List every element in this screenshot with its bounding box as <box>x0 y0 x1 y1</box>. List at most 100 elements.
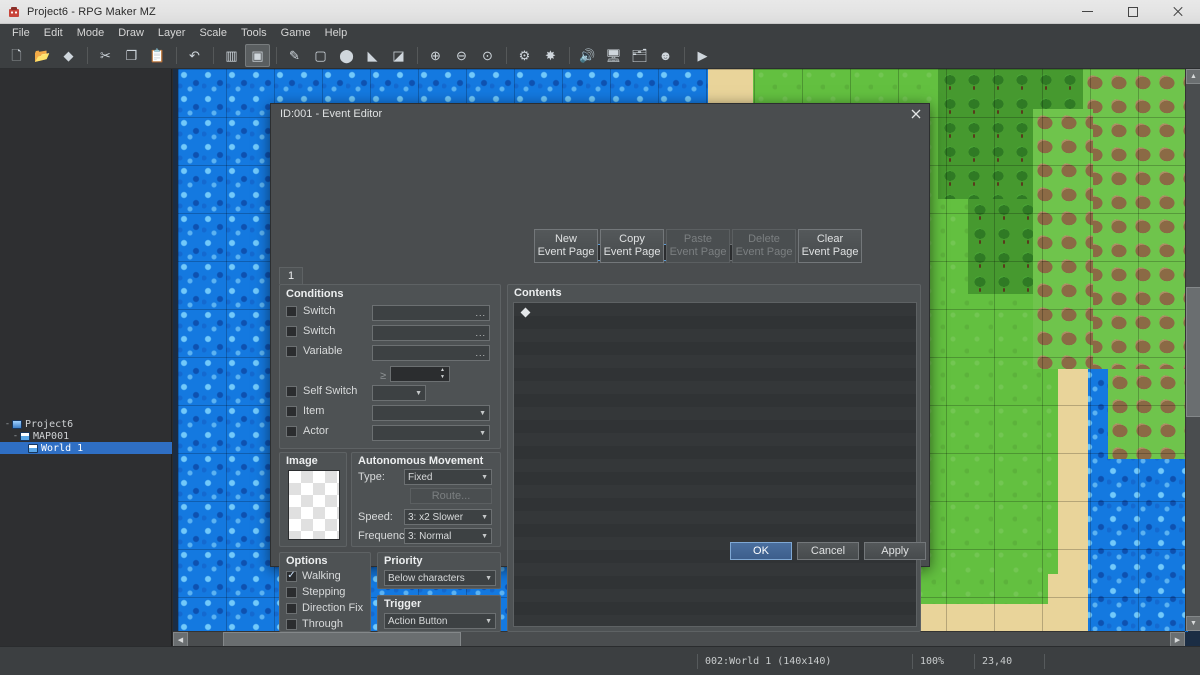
event-editor-dialog[interactable]: ID:001 - Event Editor Name: EV001 Note: … <box>270 103 930 567</box>
event-commands-list[interactable] <box>513 302 917 627</box>
menu-file[interactable]: File <box>5 25 37 42</box>
tree-item-map001[interactable]: -MAP001 <box>0 430 172 442</box>
condition-self-switch-row[interactable]: Self Switch <box>286 385 357 397</box>
event-page-tab-1[interactable]: 1 <box>279 267 303 284</box>
condition-variable-checkbox[interactable] <box>286 346 297 357</box>
event-search-icon[interactable]: 🖥 <box>601 44 626 67</box>
map-tree[interactable]: -Project6-MAP001World 1 <box>0 418 172 454</box>
new-project-icon[interactable]: 🗋 <box>4 44 29 67</box>
spinner-down-icon[interactable]: ▼ <box>438 375 447 380</box>
paste-icon[interactable]: 📋 <box>145 44 170 67</box>
tree-item-project6[interactable]: -Project6 <box>0 418 172 430</box>
condition-switch-2-row[interactable]: Switch <box>286 325 335 337</box>
movement-type-select[interactable]: Fixed ▼ <box>404 469 492 485</box>
event-image-preview[interactable] <box>288 470 340 540</box>
condition-item-select[interactable]: ▼ <box>372 405 490 421</box>
copy-icon[interactable]: ❐ <box>119 44 144 67</box>
ok-button[interactable]: OK <box>730 542 792 560</box>
rectangle-tool-icon[interactable]: ▢ <box>308 44 333 67</box>
zoom-out-icon[interactable]: ⊖ <box>449 44 474 67</box>
window-minimize-button[interactable] <box>1065 0 1110 24</box>
condition-self-switch-select[interactable]: ▼ <box>372 385 426 401</box>
scroll-down-button[interactable]: ▼ <box>1186 616 1200 631</box>
zoom-in-icon[interactable]: ⊕ <box>423 44 448 67</box>
vertical-scrollbar-thumb[interactable] <box>1186 287 1200 417</box>
paste-event-page-button-line1: Paste <box>684 233 712 246</box>
option-walking-row[interactable]: Walking <box>286 570 341 582</box>
map-layer-icon[interactable]: ▥ <box>219 44 244 67</box>
cancel-button[interactable]: Cancel <box>797 542 859 560</box>
option-through-row[interactable]: Through <box>286 618 343 630</box>
priority-select[interactable]: Below characters ▼ <box>384 570 496 586</box>
option-through-checkbox[interactable] <box>286 619 297 630</box>
database-icon[interactable]: ⚙ <box>512 44 537 67</box>
window-maximize-button[interactable] <box>1110 0 1155 24</box>
option-direction-fix-row[interactable]: Direction Fix <box>286 602 363 614</box>
zoom-reset-icon[interactable]: ⊙ <box>475 44 500 67</box>
scroll-left-button[interactable]: ◀ <box>173 632 188 647</box>
menu-tools[interactable]: Tools <box>234 25 274 42</box>
option-walking-checkbox[interactable] <box>286 571 297 582</box>
condition-self-switch-checkbox[interactable] <box>286 386 297 397</box>
apply-button[interactable]: Apply <box>864 542 926 560</box>
window-close-button[interactable] <box>1155 0 1200 24</box>
clear-event-page-button[interactable]: ClearEvent Page <box>798 229 862 263</box>
menu-help[interactable]: Help <box>318 25 355 42</box>
open-project-icon[interactable]: 📂 <box>30 44 55 67</box>
condition-actor-row[interactable]: Actor <box>286 425 329 437</box>
movement-route-button[interactable]: Route... <box>410 488 492 504</box>
menu-edit[interactable]: Edit <box>37 25 70 42</box>
condition-item-row[interactable]: Item <box>286 405 324 417</box>
save-project-icon[interactable]: ◆ <box>56 44 81 67</box>
tree-item-world-1[interactable]: World 1 <box>0 442 172 454</box>
menu-mode[interactable]: Mode <box>70 25 112 42</box>
condition-switch-1-picker[interactable]: ... <box>372 305 490 321</box>
copy-event-page-button[interactable]: CopyEvent Page <box>600 229 664 263</box>
condition-switch-2-checkbox[interactable] <box>286 326 297 337</box>
flood-fill-tool-icon[interactable]: ◣ <box>360 44 385 67</box>
condition-actor-checkbox[interactable] <box>286 426 297 437</box>
option-stepping-row[interactable]: Stepping <box>286 586 345 598</box>
ellipse-tool-icon[interactable]: ⬤ <box>334 44 359 67</box>
cut-icon[interactable]: ✂ <box>93 44 118 67</box>
movement-frequency-select[interactable]: 3: Normal ▼ <box>404 528 492 544</box>
condition-switch-1-row[interactable]: Switch <box>286 305 335 317</box>
scroll-up-button[interactable]: ▲ <box>1186 69 1200 84</box>
trigger-select[interactable]: Action Button ▼ <box>384 613 496 629</box>
dialog-close-button[interactable] <box>905 105 927 123</box>
shadow-pen-tool-icon[interactable]: ◪ <box>386 44 411 67</box>
tree-expander-icon[interactable]: - <box>11 431 20 441</box>
horizontal-scrollbar-thumb[interactable] <box>223 632 461 647</box>
condition-switch-1-checkbox[interactable] <box>286 306 297 317</box>
condition-item-checkbox[interactable] <box>286 406 297 417</box>
map-tree-sidebar[interactable]: -Project6-MAP001World 1 <box>0 69 172 646</box>
plugin-manager-icon[interactable]: ✸ <box>538 44 563 67</box>
option-direction-fix-checkbox[interactable] <box>286 603 297 614</box>
event-layer-icon[interactable]: ▣ <box>245 44 270 67</box>
chevron-down-icon: ▼ <box>481 514 488 521</box>
variable-value-spinner[interactable]: ▲ ▼ <box>390 366 450 382</box>
menu-scale[interactable]: Scale <box>192 25 234 42</box>
new-event-page-button[interactable]: NewEvent Page <box>534 229 598 263</box>
map-vertical-scrollbar[interactable]: ▲ ▼ <box>1185 69 1200 631</box>
resource-manager-icon[interactable]: 🗂 <box>627 44 652 67</box>
scroll-right-button[interactable]: ▶ <box>1170 632 1185 647</box>
condition-actor-select[interactable]: ▼ <box>372 425 490 441</box>
condition-variable-picker[interactable]: ... <box>372 345 490 361</box>
tree-expander-icon[interactable]: - <box>3 419 12 429</box>
playtest-icon[interactable]: ▶ <box>690 44 715 67</box>
menu-game[interactable]: Game <box>274 25 318 42</box>
map-horizontal-scrollbar[interactable]: ◀ ▶ <box>173 631 1185 646</box>
spinner-up-icon[interactable]: ▲ <box>438 368 447 373</box>
sound-test-icon[interactable]: 🔊 <box>575 44 600 67</box>
condition-variable-row[interactable]: Variable <box>286 345 343 357</box>
condition-switch-2-picker[interactable]: ... <box>372 325 490 341</box>
pencil-tool-icon[interactable]: ✎ <box>282 44 307 67</box>
option-stepping-checkbox[interactable] <box>286 587 297 598</box>
character-generator-icon[interactable]: ☻ <box>653 44 678 67</box>
menu-layer[interactable]: Layer <box>151 25 193 42</box>
movement-speed-select[interactable]: 3: x2 Slower ▼ <box>404 509 492 525</box>
spinner-buttons[interactable]: ▲ ▼ <box>438 368 447 380</box>
menu-draw[interactable]: Draw <box>111 25 151 42</box>
undo-icon[interactable]: ↶ <box>182 44 207 67</box>
